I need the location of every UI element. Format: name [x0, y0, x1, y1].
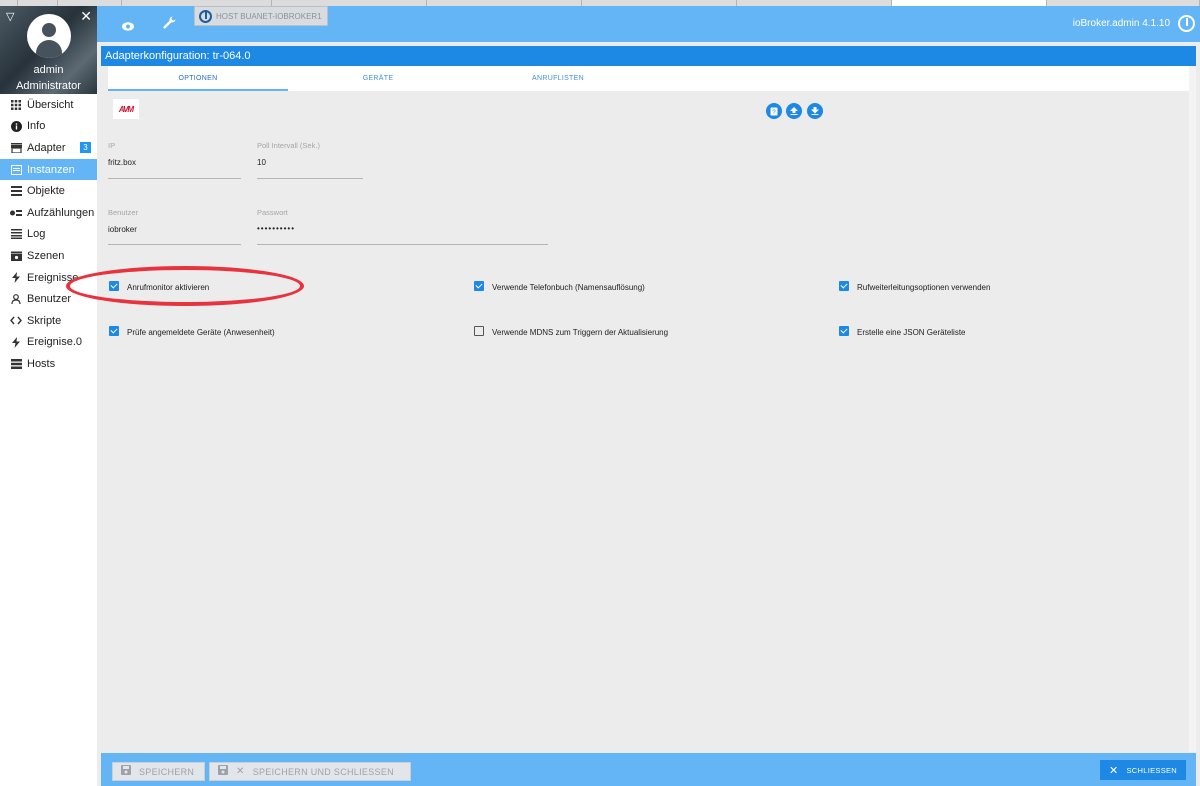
tab-anruflisten[interactable]: ANRUFLISTEN	[468, 66, 648, 91]
highlight-annotation-ellipse	[66, 266, 304, 306]
power-icon	[199, 9, 212, 23]
help-button[interactable]: ?	[766, 103, 782, 119]
rufweiterleitung-checkbox[interactable]	[839, 281, 849, 291]
sidebar-item-label: Log	[27, 228, 46, 241]
user-name: admin	[33, 64, 64, 76]
anwesenheit-label: Prüfe angemeldete Geräte (Anwesenheit)	[127, 328, 275, 337]
sidebar: ▽ ✕ admin Administrator Übersicht Info A…	[0, 6, 97, 786]
sidebar-item-label: Objekte	[27, 185, 65, 198]
adapter-count-badge: 3	[80, 142, 91, 154]
sidebar-item-label: Aufzählungen	[27, 206, 95, 219]
close-label: SCHLIESSEN	[1126, 765, 1178, 775]
log-icon	[10, 228, 22, 240]
dialog-tabs: OPTIONEN GERÄTE ANRUFLISTEN	[108, 66, 1189, 91]
sidebar-item-hosts[interactable]: Hosts	[0, 353, 97, 375]
bolt-icon	[10, 272, 22, 284]
sidebar-item-label: Szenen	[27, 249, 65, 262]
wrench-icon[interactable]	[163, 16, 176, 32]
sidebar-item-label: Ereignise.0	[27, 336, 83, 349]
sidebar-item-objekte[interactable]: Objekte	[0, 180, 97, 202]
tab-geraete[interactable]: GERÄTE	[288, 66, 468, 91]
user-icon	[10, 293, 22, 305]
telefonbuch-label: Verwende Telefonbuch (Namensauflösung)	[492, 283, 645, 292]
mdns-checkbox[interactable]	[474, 326, 484, 336]
sidebar-item-uebersicht[interactable]: Übersicht	[0, 94, 97, 116]
scrollbar[interactable]	[1189, 66, 1196, 752]
avatar	[27, 14, 71, 58]
floppy-icon	[218, 765, 228, 778]
enum-icon	[10, 207, 22, 219]
host-name: HOST BUANET-IOBROKER1	[216, 11, 322, 21]
grid-icon	[10, 99, 22, 111]
bolt-icon	[10, 336, 22, 348]
user-underline	[108, 244, 241, 245]
json-geraeteliste-label: Erstelle eine JSON Geräteliste	[857, 328, 966, 337]
rufweiterleitung-label: Rufweiterleitungsoptionen verwenden	[857, 283, 991, 292]
sidebar-item-label: Skripte	[27, 314, 62, 327]
telefonbuch-checkbox[interactable]	[474, 281, 484, 291]
instances-icon	[10, 164, 22, 176]
save-button[interactable]: SPEICHERN	[112, 762, 205, 781]
sidebar-item-label: Adapter	[27, 141, 66, 154]
info-icon	[10, 120, 22, 132]
top-bar: HOST BUANET-IOBROKER1 ioBroker.admin 4.1…	[97, 6, 1200, 42]
sidebar-item-szenen[interactable]: Szenen	[0, 245, 97, 267]
admin-version: ioBroker.admin 4.1.10	[1072, 18, 1170, 29]
sidebar-nav: Übersicht Info Adapter 3 Instanzen Objek…	[0, 94, 97, 375]
user-label: Benutzer	[108, 208, 139, 217]
mdns-label: Verwende MDNS zum Triggern der Aktualisi…	[492, 328, 669, 337]
user-role: Administrator	[16, 80, 81, 92]
sidebar-item-adapter[interactable]: Adapter 3	[0, 137, 97, 159]
download-button[interactable]	[807, 103, 823, 119]
sidebar-item-instanzen[interactable]: Instanzen	[0, 158, 97, 181]
save-label: SPEICHERN	[139, 766, 195, 777]
sidebar-item-log[interactable]: Log	[0, 224, 97, 246]
sidebar-item-label: Instanzen	[27, 163, 75, 176]
close-sidebar-icon[interactable]: ✕	[80, 8, 92, 25]
save-and-close-label: SPEICHERN UND SCHLIESSEN	[252, 766, 394, 777]
ip-input[interactable]: fritz.box	[108, 158, 136, 167]
sidebar-item-aufzaehlungen[interactable]: Aufzählungen	[0, 202, 97, 224]
close-icon: ✕	[1108, 764, 1119, 777]
floppy-icon	[121, 765, 131, 778]
password-underline	[257, 244, 548, 245]
dialog-title: Adapterkonfiguration: tr-064.0	[101, 46, 1196, 66]
scenes-icon	[10, 250, 22, 262]
poll-interval-label: Poll Intervall (Sek.)	[257, 141, 320, 150]
menu-toggle-icon[interactable]: ▽	[6, 10, 14, 23]
code-icon	[10, 315, 22, 327]
close-icon: ✕	[236, 766, 245, 777]
eye-icon[interactable]	[122, 18, 134, 36]
user-input[interactable]: iobroker	[108, 225, 137, 234]
save-and-close-button[interactable]: ✕ SPEICHERN UND SCHLIESSEN	[209, 762, 411, 781]
tab-optionen[interactable]: OPTIONEN	[108, 66, 288, 91]
sidebar-item-label: Hosts	[27, 357, 56, 370]
poll-interval-input[interactable]: 10	[257, 158, 266, 167]
sidebar-item-ereignise0[interactable]: Ereignise.0	[0, 332, 97, 354]
json-geraeteliste-checkbox[interactable]	[839, 326, 849, 336]
ip-label: IP	[108, 141, 116, 150]
dialog-footer: SPEICHERN ✕ SPEICHERN UND SCHLIESSEN ✕ S…	[101, 753, 1196, 786]
sidebar-item-label: Info	[27, 120, 46, 133]
sidebar-item-skripte[interactable]: Skripte	[0, 310, 97, 332]
upload-button[interactable]	[786, 103, 802, 119]
list-icon	[10, 185, 22, 197]
ip-underline	[108, 178, 241, 179]
password-label: Passwort	[257, 208, 288, 217]
sidebar-item-label: Benutzer	[27, 293, 72, 306]
hosts-icon	[10, 358, 22, 370]
power-icon[interactable]	[1178, 15, 1195, 32]
anwesenheit-checkbox[interactable]	[109, 326, 119, 336]
sidebar-item-label: Übersicht	[27, 98, 74, 111]
avm-logo: AVM	[113, 99, 139, 119]
store-icon	[10, 142, 22, 154]
sidebar-item-info[interactable]: Info	[0, 116, 97, 138]
user-profile-panel: ▽ ✕ admin Administrator	[0, 6, 97, 94]
close-button[interactable]: ✕ SCHLIESSEN	[1100, 760, 1186, 780]
host-selector[interactable]: HOST BUANET-IOBROKER1	[194, 6, 328, 26]
poll-interval-underline	[257, 178, 363, 179]
password-input[interactable]: ••••••••••	[257, 224, 295, 233]
